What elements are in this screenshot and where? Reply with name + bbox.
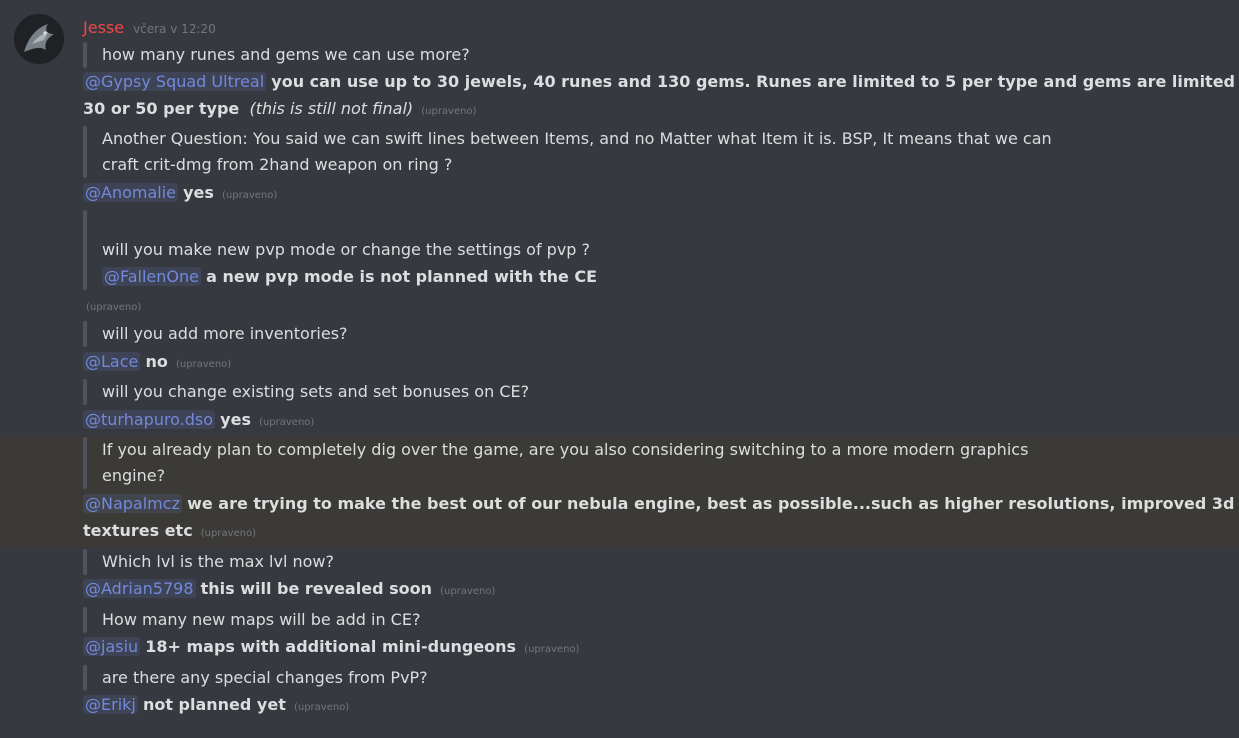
edited-label: (upraveno)	[86, 302, 142, 313]
answer-text: 30 or 50 per type	[83, 99, 240, 118]
user-mention[interactable]: @Erikj	[83, 695, 138, 714]
user-mention[interactable]: @Gypsy Squad Ultreal	[83, 72, 267, 91]
reply-line: @Adrian5798 this will be revealed soon (…	[83, 576, 1179, 605]
reply-line: @Lace no (upraveno)	[83, 349, 1179, 378]
user-mention[interactable]: @FallenOne	[102, 267, 201, 286]
reply-line-continued: 30 or 50 per type (this is still not fin…	[83, 96, 1179, 125]
reply-line: @Anomalie yes (upraveno)	[83, 180, 1179, 209]
edited-label: (upraveno)	[200, 528, 257, 539]
answer-text: yes	[183, 183, 214, 202]
edited-label: (upraveno)	[421, 106, 477, 117]
user-mention[interactable]: @Napalmcz	[83, 494, 182, 513]
answer-text: this will be revealed soon	[200, 579, 432, 598]
dragon-avatar-icon	[14, 14, 64, 64]
message-header: Jesse včera v 12:20	[83, 18, 216, 40]
quoted-question: will you change existing sets and set bo…	[102, 382, 530, 401]
quote-bar	[83, 42, 87, 68]
answer-text: yes	[220, 410, 251, 429]
quote-bar	[83, 321, 87, 347]
user-mention[interactable]: @Anomalie	[83, 183, 178, 202]
answer-text: no	[145, 352, 168, 371]
quote-bar	[83, 607, 87, 633]
quoted-question-continued: craft crit-dmg from 2hand weapon on ring…	[102, 155, 453, 174]
quote-bar	[83, 126, 87, 178]
quoted-question: will you add more inventories?	[102, 324, 348, 343]
edited-label: (upraveno)	[175, 359, 232, 370]
reply-line: @Erikj not planned yet (upraveno)	[83, 692, 1179, 721]
reply-line: @turhapuro.dso yes (upraveno)	[83, 407, 1179, 436]
quoted-question: How many new maps will be add in CE?	[102, 610, 421, 629]
reply-line: @Gypsy Squad Ultreal you can use up to 3…	[83, 69, 1239, 95]
edited-label: (upraveno)	[222, 190, 278, 201]
quote-bar	[83, 549, 87, 575]
italic-note: (this is still not final)	[249, 99, 414, 118]
reply-line: @jasiu 18+ maps with additional mini-dun…	[83, 634, 1179, 663]
username[interactable]: Jesse	[83, 18, 124, 37]
quoted-question: Another Question: You said we can swift …	[102, 129, 1052, 148]
quoted-question: Which lvl is the max lvl now?	[102, 552, 334, 571]
reply-line: @Napalmcz we are trying to make the best…	[83, 491, 1234, 517]
quote-bar	[83, 665, 87, 691]
quote-bar	[83, 210, 87, 290]
answer-text: you can use up to 30 jewels, 40 runes an…	[271, 72, 1239, 91]
edited-label: (upraveno)	[440, 586, 496, 597]
quote-bar	[83, 379, 87, 405]
quoted-question: how many runes and gems we can use more?	[102, 45, 470, 64]
quoted-question-continued: engine?	[102, 466, 166, 485]
quote-bar	[83, 437, 87, 489]
answer-text: 18+ maps with additional mini-dungeons	[145, 637, 517, 656]
edited-line: (upraveno)	[86, 292, 1179, 321]
edited-label: (upraveno)	[524, 644, 580, 655]
answer-text: textures etc	[83, 521, 193, 540]
user-mention[interactable]: @jasiu	[83, 637, 141, 656]
answer-text: we are trying to make the best out of ou…	[187, 494, 1235, 513]
edited-label: (upraveno)	[293, 702, 350, 713]
avatar[interactable]	[14, 14, 64, 64]
answer-text: a new pvp mode is not planned with the C…	[206, 267, 598, 286]
reply-line: @FallenOne a new pvp mode is not planned…	[102, 264, 1179, 290]
user-mention[interactable]: @Lace	[83, 352, 141, 371]
quoted-question: will you make new pvp mode or change the…	[102, 240, 591, 259]
edited-label: (upraveno)	[259, 417, 315, 428]
answer-text: not planned yet	[142, 695, 286, 714]
user-mention[interactable]: @Adrian5798	[83, 579, 196, 598]
quoted-question: If you already plan to completely dig ov…	[102, 440, 1029, 459]
quoted-question: are there any special changes from PvP?	[102, 668, 428, 687]
user-mention[interactable]: @turhapuro.dso	[83, 410, 216, 429]
reply-line-continued: textures etc (upraveno)	[83, 518, 1179, 547]
timestamp: včera v 12:20	[133, 22, 216, 36]
